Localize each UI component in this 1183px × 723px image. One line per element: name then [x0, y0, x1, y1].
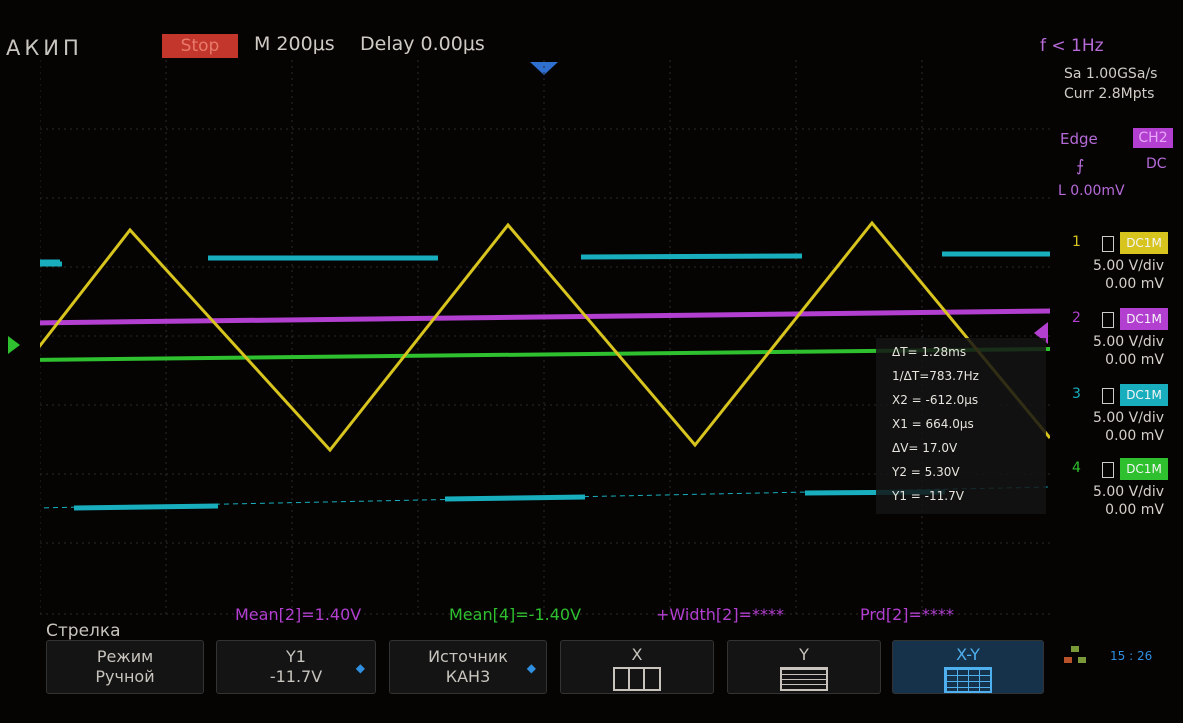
- cursor-readout-line: 1/ΔT=783.7Hz: [892, 369, 979, 383]
- source-softkey[interactable]: Источник КАН3 ◆: [389, 640, 547, 694]
- probe-icon: [1102, 312, 1114, 328]
- channel-1-scale: 5.00 V/div: [1093, 258, 1164, 274]
- xy-label: X-Y: [956, 645, 980, 664]
- rising-edge-icon: ⨍: [1076, 156, 1085, 175]
- trigger-coupling: DC: [1146, 156, 1167, 172]
- source-value: КАН3: [445, 667, 491, 686]
- memory-depth: Curr 2.8Mpts: [1064, 86, 1155, 102]
- x-cursor-icon: [613, 667, 661, 691]
- y1-softkey[interactable]: Y1 -11.7V ◆: [216, 640, 376, 694]
- channel-3-number[interactable]: 3: [1072, 386, 1081, 402]
- channel-1-offset: 0.00 mV: [1105, 276, 1164, 292]
- network-icon: [1064, 646, 1086, 664]
- channel-1-coupling[interactable]: DC1M: [1120, 232, 1168, 254]
- ch2-trace: [40, 308, 1050, 326]
- x-label: X: [631, 645, 643, 664]
- channel-3-coupling[interactable]: DC1M: [1120, 384, 1168, 406]
- cursor-readout-line: X2 = -612.0μs: [892, 393, 979, 407]
- adjust-knob-icon: ◆: [355, 661, 365, 675]
- channel-2-offset: 0.00 mV: [1105, 352, 1164, 368]
- cursor-readout-line: Y1 = -11.7V: [892, 489, 964, 503]
- probe-icon: [1102, 462, 1114, 478]
- trigger-source[interactable]: CH2: [1133, 128, 1173, 148]
- timebase-readout[interactable]: M 200μs: [254, 33, 335, 55]
- channel-3-scale: 5.00 V/div: [1093, 410, 1164, 426]
- channel-4-offset: 0.00 mV: [1105, 502, 1164, 518]
- xy-cursor-softkey[interactable]: X-Y: [892, 640, 1044, 694]
- cursor-readout-line: ΔT= 1.28ms: [892, 345, 967, 359]
- measurement-mean-ch4: Mean[4]=-1.40V: [449, 605, 582, 624]
- probe-icon: [1102, 388, 1114, 404]
- ch4-ground-marker-icon[interactable]: [8, 336, 20, 354]
- channel-1-number[interactable]: 1: [1072, 234, 1081, 250]
- cursor-readout-line: Y2 = 5.30V: [892, 465, 960, 479]
- measurement-width-ch2: +Width[2]=****: [656, 605, 784, 624]
- xy-cursor-icon: [944, 667, 992, 693]
- trigger-level: L 0.00mV: [1058, 183, 1125, 199]
- channel-2-scale: 5.00 V/div: [1093, 334, 1164, 350]
- menu-title: Стрелка: [46, 621, 121, 641]
- run-stop-status[interactable]: Stop: [162, 34, 238, 58]
- oscilloscope-screen: АКИП Stop M 200μs Delay 0.00μs f < 1Hz S…: [0, 0, 1183, 723]
- y-label: Y: [799, 645, 809, 664]
- brand-logo: АКИП: [6, 36, 83, 60]
- x-cursor-softkey[interactable]: X: [560, 640, 714, 694]
- delay-readout[interactable]: Delay 0.00μs: [360, 33, 485, 55]
- mode-value: Ручной: [95, 667, 155, 686]
- channel-3-offset: 0.00 mV: [1105, 428, 1164, 444]
- probe-icon: [1102, 236, 1114, 252]
- clock: 15 : 26: [1110, 649, 1153, 663]
- adjust-knob-icon: ◆: [526, 661, 536, 675]
- channel-4-scale: 5.00 V/div: [1093, 484, 1164, 500]
- channel-2-coupling[interactable]: DC1M: [1120, 308, 1168, 330]
- trigger-type[interactable]: Edge: [1060, 130, 1098, 148]
- channel-2-number[interactable]: 2: [1072, 310, 1081, 326]
- measurement-period-ch2: Prd[2]=****: [860, 605, 954, 624]
- mode-label: Режим: [96, 647, 154, 666]
- source-label: Источник: [428, 647, 508, 666]
- measurement-mean-ch2: Mean[2]=1.40V: [235, 605, 362, 624]
- y-cursor-softkey[interactable]: Y: [727, 640, 881, 694]
- mode-softkey[interactable]: Режим Ручной: [46, 640, 204, 694]
- sample-rate: Sa 1.00GSa/s: [1064, 66, 1158, 82]
- channel-4-number[interactable]: 4: [1072, 460, 1081, 476]
- cursor-readout-line: ΔV= 17.0V: [892, 441, 958, 455]
- y1-value: -11.7V: [269, 667, 323, 686]
- frequency-counter: f < 1Hz: [1040, 36, 1104, 56]
- channel-4-coupling[interactable]: DC1M: [1120, 458, 1168, 480]
- y1-label: Y1: [286, 647, 306, 666]
- y-cursor-icon: [780, 667, 828, 691]
- cursor-readout-line: X1 = 664.0μs: [892, 417, 974, 431]
